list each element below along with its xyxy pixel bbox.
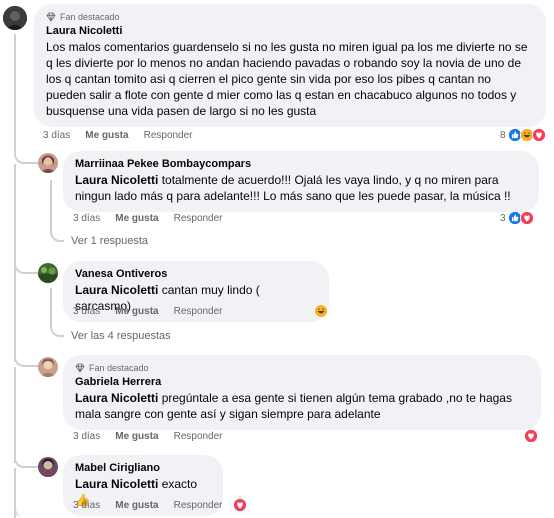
like-button[interactable]: Me gusta <box>85 130 128 141</box>
avatar[interactable] <box>38 357 58 377</box>
reaction-summary[interactable]: 8 <box>500 128 546 142</box>
love-reaction-icon <box>233 498 247 512</box>
like-button[interactable]: Me gusta <box>115 213 158 224</box>
reaction-summary[interactable] <box>233 498 247 512</box>
comment-actions: 3 días Me gusta Responder <box>43 130 193 141</box>
view-replies-link[interactable]: Ver las 4 respuestas <box>71 330 171 342</box>
reaction-summary[interactable] <box>314 304 328 318</box>
comment-text: Laura Nicoletti pregúntale a esa gente s… <box>75 390 529 422</box>
comment-timestamp[interactable]: 3 días <box>73 500 100 511</box>
like-button[interactable]: Me gusta <box>115 306 158 317</box>
love-reaction-icon <box>519 211 534 225</box>
reply-button[interactable]: Responder <box>174 431 223 442</box>
reply-elbow-1 <box>50 220 64 242</box>
comment-bubble: Fan destacado Laura Nicoletti Los malos … <box>34 4 546 127</box>
top-fan-badge: Fan destacado <box>75 362 529 374</box>
thread-elbow-4 <box>14 448 38 468</box>
avatar[interactable] <box>38 457 58 477</box>
avatar[interactable] <box>38 263 58 283</box>
comment-text: Laura Nicoletti totalmente de acuerdo!!!… <box>75 172 527 204</box>
mention-link[interactable]: Laura Nicoletti <box>75 173 158 187</box>
comment-timestamp[interactable]: 3 días <box>73 213 100 224</box>
comment-author[interactable]: Marriinaa Pekee Bombaycompars <box>75 157 527 172</box>
love-reaction-icon <box>524 429 538 443</box>
avatar[interactable] <box>38 153 58 173</box>
comment-author[interactable]: Laura Nicoletti <box>46 24 534 39</box>
thread-elbow-2 <box>14 254 38 274</box>
comment-author[interactable]: Gabriela Herrera <box>75 375 529 390</box>
comment-actions: 3 días Me gusta Responder <box>73 306 223 317</box>
view-replies-link[interactable]: Ver 1 respuesta <box>71 235 148 247</box>
thread-elbow-1 <box>14 144 38 164</box>
badge-label: Fan destacado <box>89 363 149 373</box>
comment-timestamp[interactable]: 3 días <box>43 130 70 141</box>
mention-link[interactable]: Laura Nicoletti <box>75 391 158 405</box>
comment-bubble: Fan destacado Gabriela Herrera Laura Nic… <box>63 355 541 430</box>
comment-timestamp[interactable]: 3 días <box>73 306 100 317</box>
comment-author[interactable]: Mabel Cirigliano <box>75 461 211 476</box>
love-reaction-icon <box>531 128 546 142</box>
diamond-icon <box>75 363 85 373</box>
reply-thread-line-2 <box>50 288 52 310</box>
badge-label: Fan destacado <box>60 12 120 22</box>
reaction-count: 3 <box>500 212 506 224</box>
reply-button[interactable]: Responder <box>174 213 223 224</box>
thread-elbow-3 <box>14 347 38 367</box>
reaction-summary[interactable] <box>524 429 538 443</box>
like-button[interactable]: Me gusta <box>115 431 158 442</box>
comment-bubble: Marriinaa Pekee Bombaycompars Laura Nico… <box>63 151 539 212</box>
comment-text: Los malos comentarios guardenselo si no … <box>46 40 528 118</box>
like-button[interactable]: Me gusta <box>115 500 158 511</box>
thread-elbow-5 <box>14 504 38 518</box>
avatar[interactable] <box>3 6 27 30</box>
reply-button[interactable]: Responder <box>174 306 223 317</box>
mention-link[interactable]: Laura Nicoletti <box>75 283 158 297</box>
comment-timestamp[interactable]: 3 días <box>73 431 100 442</box>
thread-line-main <box>14 34 16 144</box>
haha-reaction-icon <box>314 304 328 318</box>
top-fan-badge: Fan destacado <box>46 11 534 23</box>
reply-elbow-2 <box>50 310 64 337</box>
reply-button[interactable]: Responder <box>174 500 223 511</box>
mention-link[interactable]: Laura Nicoletti <box>75 477 158 491</box>
comment-actions: 3 días Me gusta Responder <box>73 500 223 511</box>
comment-actions: 3 días Me gusta Responder <box>73 431 223 442</box>
reply-button[interactable]: Responder <box>144 130 193 141</box>
diamond-icon <box>46 12 56 22</box>
comment-actions: 3 días Me gusta Responder <box>73 213 223 224</box>
comment-author[interactable]: Vanesa Ontiveros <box>75 267 317 282</box>
reaction-count: 8 <box>500 129 506 141</box>
reaction-summary[interactable]: 3 <box>500 211 534 225</box>
comment-body: exacto <box>161 477 198 491</box>
reply-thread-line-1 <box>50 180 52 220</box>
